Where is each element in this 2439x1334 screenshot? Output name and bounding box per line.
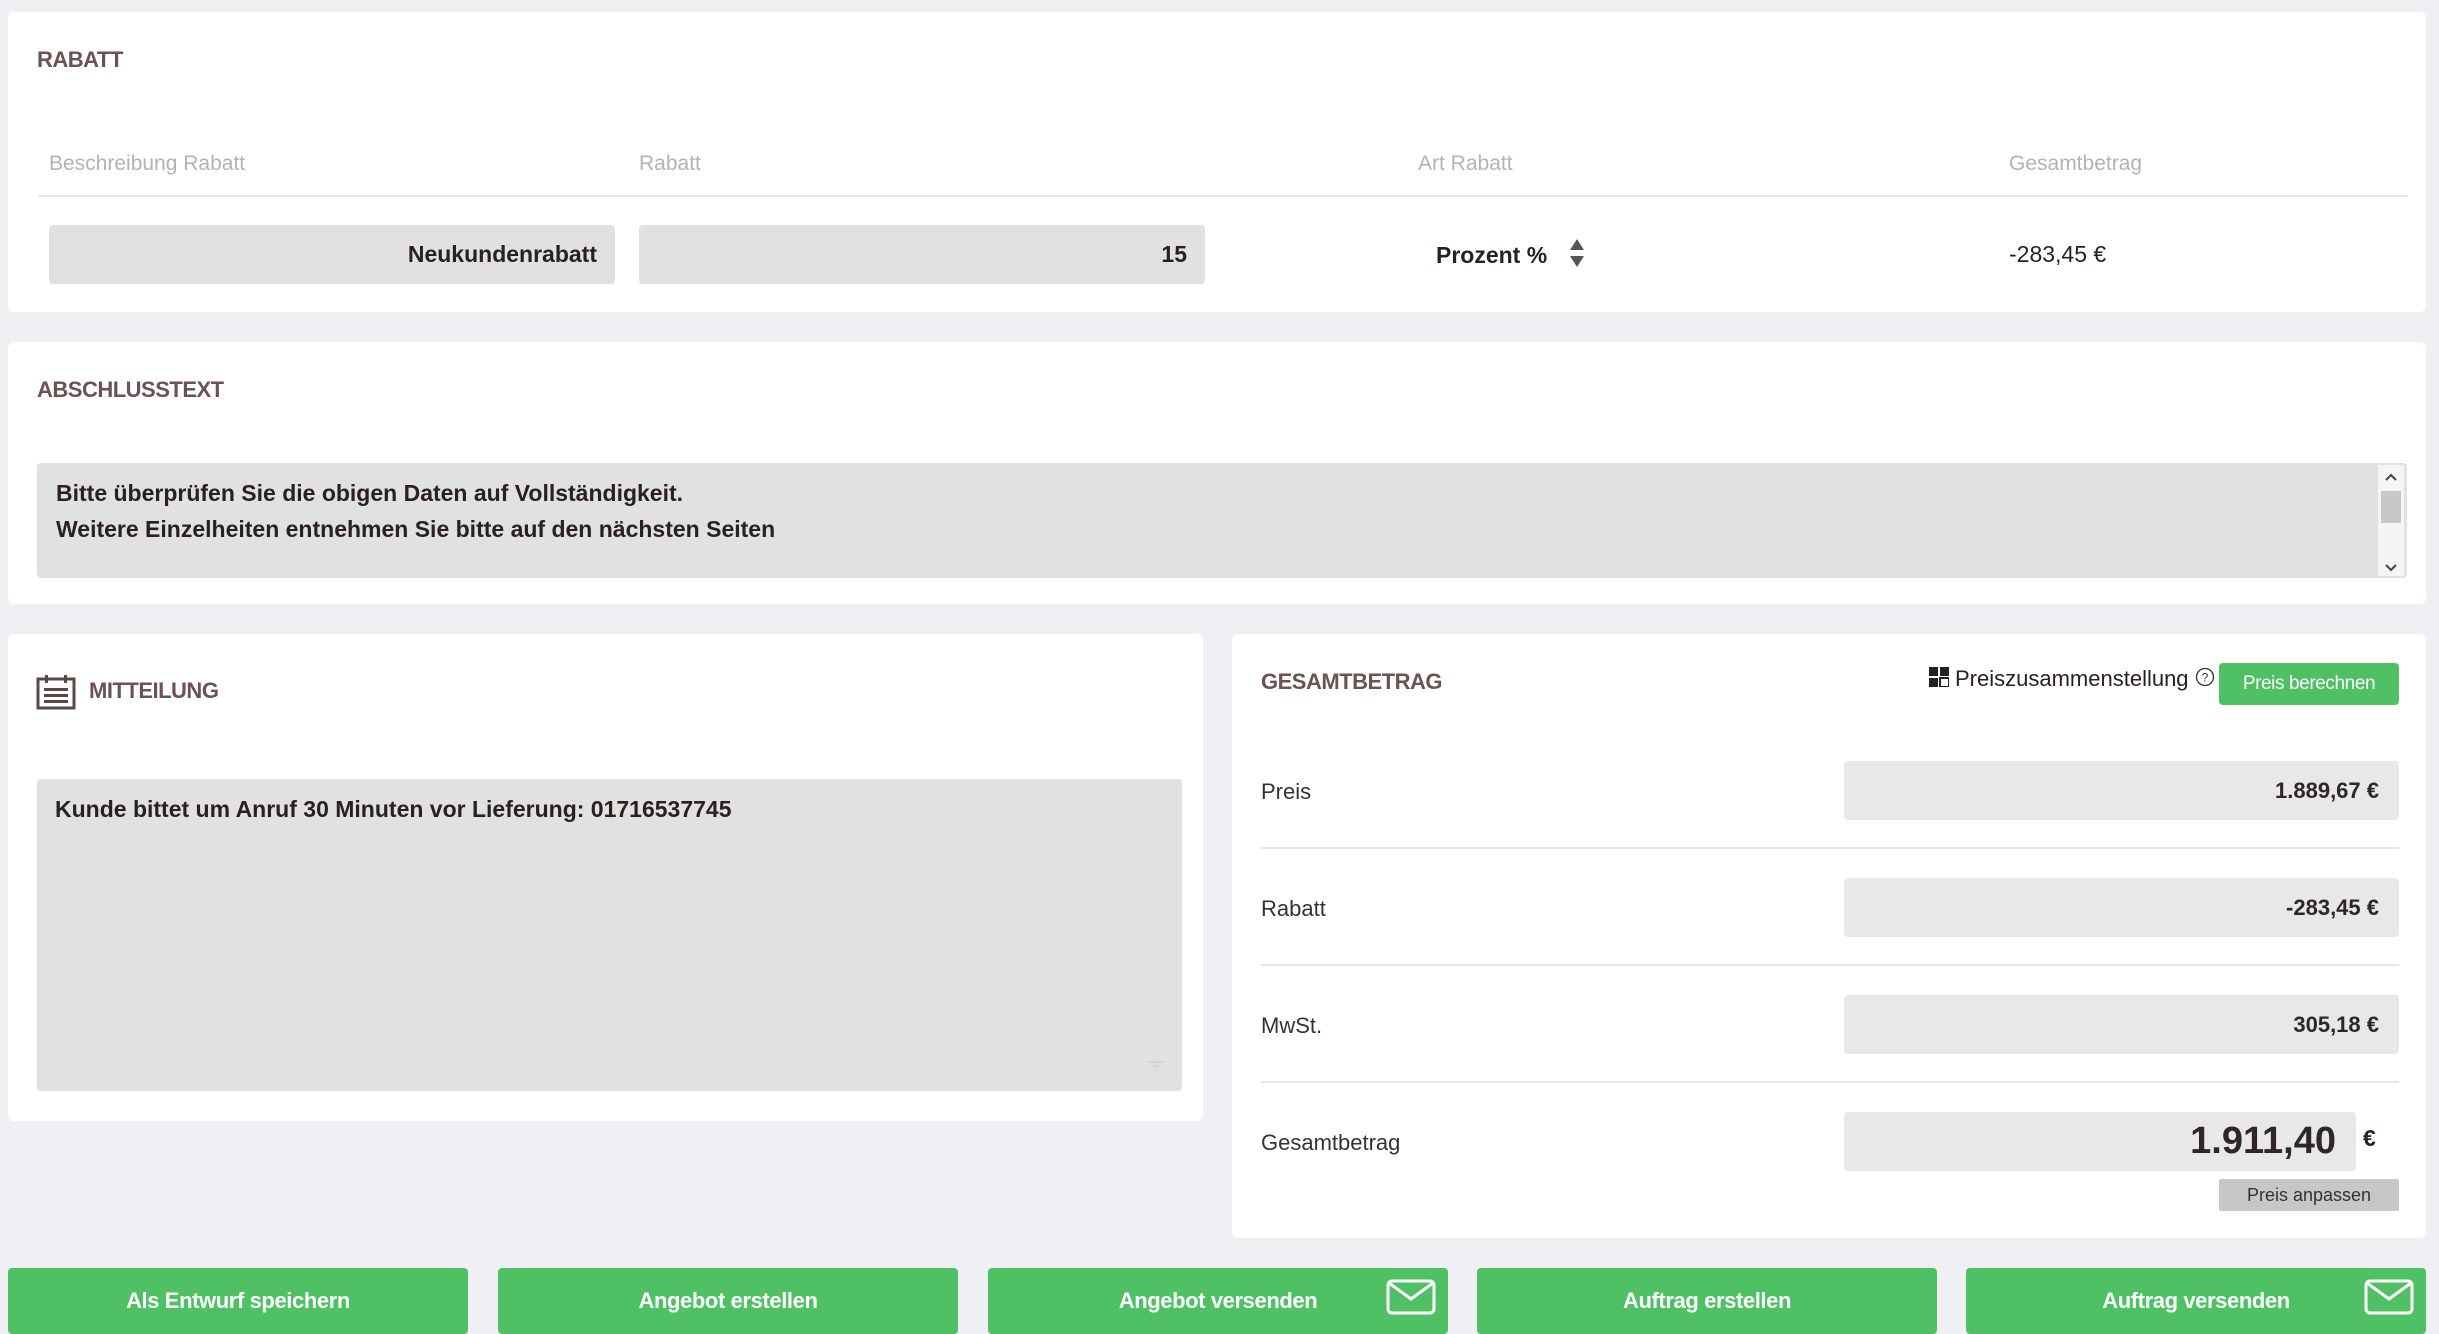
summary-divider-2 bbox=[1261, 964, 2399, 966]
sort-arrows-icon bbox=[1569, 238, 1585, 273]
summary-divider-1 bbox=[1261, 847, 2399, 849]
total-label: Gesamtbetrag bbox=[1261, 1130, 1401, 1155]
price-composition-link[interactable]: Preiszusammenstellung ? bbox=[1929, 666, 2215, 692]
closing-text-line-2: Weitere Einzelheiten entnehmen Sie bitte… bbox=[56, 516, 776, 542]
total-currency: € bbox=[2363, 1125, 2376, 1151]
price-label: Preis bbox=[1261, 779, 1312, 804]
discount-label: Rabatt bbox=[1261, 896, 1326, 921]
send-offer-label: Angebot versenden bbox=[1118, 1288, 1318, 1313]
discount-type-value: Prozent % bbox=[1436, 241, 1548, 268]
discount-description-input[interactable]: Neukundenrabatt bbox=[49, 225, 615, 284]
summary-title: GESAMTBETRAG bbox=[1261, 669, 1443, 694]
total-value: 1.911,40 bbox=[2190, 1120, 2336, 1162]
message-text: Kunde bittet um Anruf 30 Minuten vor Lie… bbox=[55, 796, 732, 822]
price-value: 1.889,67 € bbox=[1844, 761, 2399, 820]
price-composition-label: Preiszusammenstellung bbox=[1955, 666, 2189, 691]
adjust-price-button[interactable]: Preis anpassen bbox=[2219, 1179, 2399, 1211]
create-order-button[interactable]: Auftrag erstellen bbox=[1477, 1268, 1937, 1334]
discount-total-value: -283,45 € bbox=[2009, 241, 2107, 267]
table-header-divider bbox=[38, 195, 2408, 197]
closing-text-title: ABSCHLUSSTEXT bbox=[37, 377, 224, 402]
discount-sum-value: -283,45 € bbox=[1844, 878, 2399, 937]
total-value-field[interactable]: 1.911,40 bbox=[1844, 1112, 2356, 1171]
summary-divider-3 bbox=[1261, 1081, 2399, 1083]
closing-text-scrollbar[interactable] bbox=[2378, 465, 2404, 576]
discount-description-value: Neukundenrabatt bbox=[407, 241, 597, 267]
vat-value: 305,18 € bbox=[1844, 995, 2399, 1054]
closing-text-card: ABSCHLUSSTEXT Bitte überprüfen Sie die o… bbox=[8, 342, 2426, 604]
discount-value: 15 bbox=[1161, 241, 1187, 267]
create-offer-button[interactable]: Angebot erstellen bbox=[498, 1268, 958, 1334]
scroll-thumb[interactable] bbox=[2381, 491, 2401, 523]
send-order-button[interactable]: Auftrag versenden bbox=[1966, 1268, 2426, 1334]
calendar-icon bbox=[36, 674, 76, 715]
resize-handle-icon[interactable] bbox=[1148, 1060, 1164, 1079]
discount-value-input[interactable]: 15 bbox=[639, 225, 1205, 284]
header-description: Beschreibung Rabatt bbox=[49, 152, 246, 175]
calculate-price-button[interactable]: Preis berechnen bbox=[2219, 663, 2399, 705]
closing-text-area[interactable]: Bitte überprüfen Sie die obigen Daten au… bbox=[37, 463, 2407, 578]
message-textarea[interactable]: Kunde bittet um Anruf 30 Minuten vor Lie… bbox=[37, 779, 1182, 1091]
message-card: MITTEILUNG Kunde bittet um Anruf 30 Minu… bbox=[8, 634, 1203, 1121]
save-draft-button[interactable]: Als Entwurf speichern bbox=[8, 1268, 468, 1334]
save-draft-label: Als Entwurf speichern bbox=[126, 1288, 350, 1313]
closing-text-line-1: Bitte überprüfen Sie die obigen Daten au… bbox=[56, 480, 684, 506]
discount-title: RABATT bbox=[37, 47, 123, 72]
header-type: Art Rabatt bbox=[1418, 152, 1513, 175]
create-order-label: Auftrag erstellen bbox=[1622, 1288, 1792, 1313]
scroll-up-icon[interactable] bbox=[2384, 469, 2398, 487]
send-offer-button[interactable]: Angebot versenden bbox=[988, 1268, 1448, 1334]
summary-card: GESAMTBETRAG Preiszusammenstellung ? Pre… bbox=[1232, 634, 2426, 1238]
svg-text:?: ? bbox=[2201, 670, 2208, 684]
create-offer-label: Angebot erstellen bbox=[638, 1288, 818, 1313]
envelope-icon bbox=[1386, 1279, 1436, 1321]
header-discount: Rabatt bbox=[639, 152, 701, 175]
scroll-down-icon[interactable] bbox=[2384, 560, 2398, 578]
send-order-label: Auftrag versenden bbox=[2102, 1288, 2290, 1313]
vat-label: MwSt. bbox=[1261, 1013, 1323, 1038]
message-title: MITTEILUNG bbox=[89, 678, 219, 703]
grid-icon bbox=[1929, 666, 1950, 692]
discount-card: RABATT Beschreibung Rabatt Rabatt Art Ra… bbox=[8, 12, 2426, 312]
envelope-icon bbox=[2364, 1279, 2414, 1321]
header-total: Gesamtbetrag bbox=[2009, 152, 2143, 175]
help-icon[interactable]: ? bbox=[2195, 667, 2215, 692]
discount-type-select[interactable]: Prozent % bbox=[1436, 237, 1585, 273]
